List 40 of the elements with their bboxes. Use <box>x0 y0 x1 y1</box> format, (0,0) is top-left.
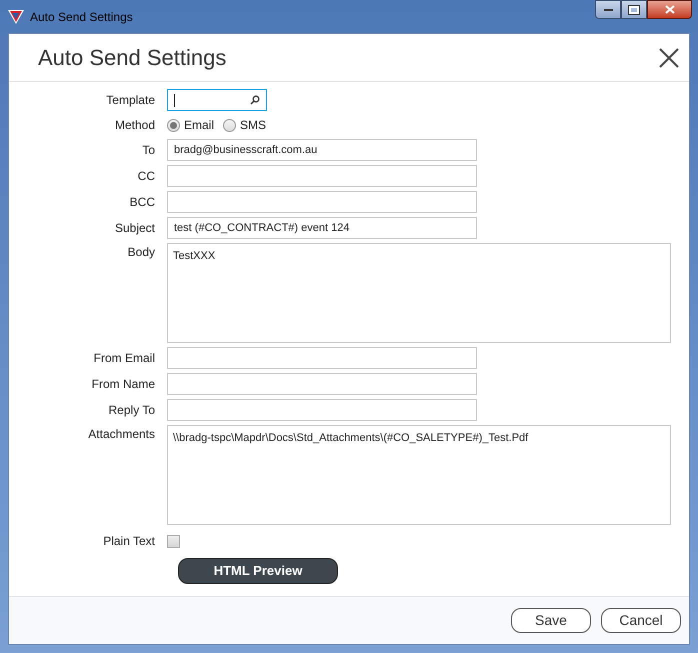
method-radio[interactable]: SMS <box>223 116 266 134</box>
search-icon <box>250 95 260 105</box>
minimize-button[interactable] <box>595 0 621 19</box>
field-label: To <box>142 143 155 157</box>
text-field[interactable] <box>167 347 477 369</box>
text-cursor <box>174 94 175 106</box>
text-field[interactable] <box>167 373 477 395</box>
app-logo-icon <box>8 10 24 24</box>
template-search-field[interactable] <box>167 89 267 111</box>
text-field[interactable]: bradg@businesscraft.com.au <box>167 139 477 161</box>
window-title: Auto Send Settings <box>30 8 133 26</box>
minimize-icon <box>604 8 612 10</box>
field-label: Subject <box>114 221 155 235</box>
field-label: CC <box>138 169 155 183</box>
dialog-button[interactable]: Save <box>511 608 591 633</box>
close-button[interactable] <box>647 0 692 19</box>
close-icon <box>664 5 674 14</box>
text-field[interactable] <box>167 399 477 421</box>
field-label: Method <box>114 118 155 132</box>
dialog-title: Auto Send Settings <box>38 44 226 72</box>
field-label: Reply To <box>108 403 155 417</box>
html-preview-button[interactable]: HTML Preview <box>178 558 338 584</box>
field-label: Attachments <box>88 427 155 441</box>
field-label: Plain Text <box>103 534 155 548</box>
field-label: BCC <box>130 195 155 209</box>
text-area[interactable]: \\bradg-tspc\Mapdr\Docs\Std_Attachments\(#CO_SALETYPE#)_Test.Pdf <box>167 425 671 525</box>
field-label: From Name <box>92 377 155 391</box>
text-field[interactable] <box>167 165 477 187</box>
maximize-icon <box>629 6 639 14</box>
checkbox[interactable] <box>167 534 180 548</box>
text-field[interactable] <box>167 191 477 213</box>
field-label: Body <box>128 245 155 259</box>
field-label: Template <box>106 93 155 107</box>
close-icon[interactable] <box>659 48 679 68</box>
dialog-button[interactable]: Cancel <box>601 608 681 633</box>
method-radio[interactable]: Email <box>167 116 214 134</box>
text-area[interactable]: TestXXX <box>167 243 671 343</box>
maximize-button[interactable] <box>621 0 647 19</box>
text-field[interactable]: test (#CO_CONTRACT#) event 124 <box>167 217 477 239</box>
field-label: From Email <box>94 351 155 365</box>
